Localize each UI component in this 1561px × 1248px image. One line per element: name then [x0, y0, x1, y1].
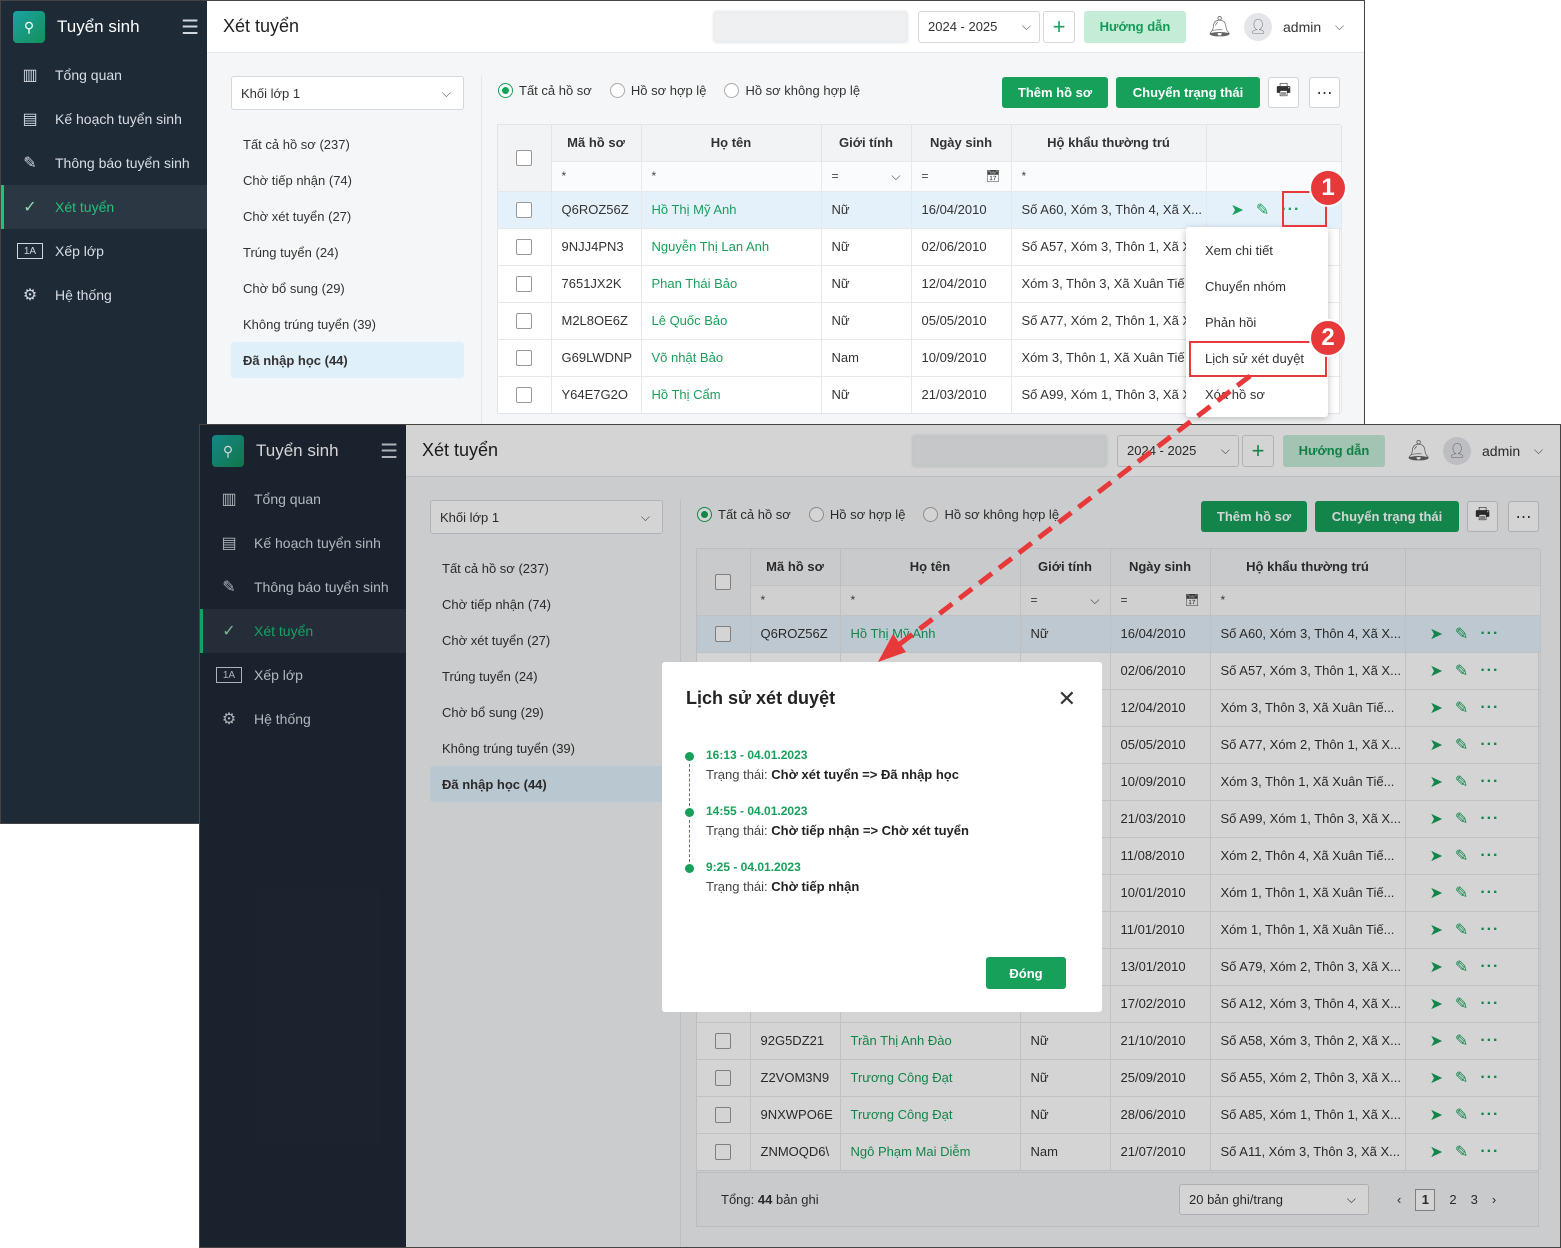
annotation-arrow: [878, 374, 1252, 662]
arrow-head: [878, 634, 906, 662]
arrow-line: [890, 374, 1252, 652]
